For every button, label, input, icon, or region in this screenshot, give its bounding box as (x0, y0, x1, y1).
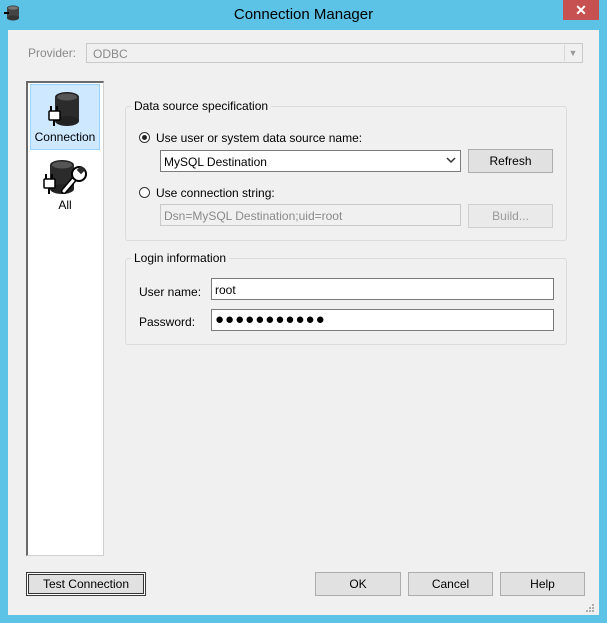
password-mask: ●●●●●●●●●●● (215, 311, 326, 328)
password-label: Password: (139, 315, 196, 329)
dsn-option-label: Use user or system data source name: (156, 131, 363, 145)
dsn-radio[interactable] (139, 132, 150, 143)
cancel-button[interactable]: Cancel (408, 572, 493, 596)
dialog-body: Provider: ODBC ▼ Connection All Data sou… (8, 30, 599, 615)
dsn-dropdown[interactable]: MySQL Destination (160, 150, 461, 172)
provider-dropdown[interactable]: ODBC ▼ (86, 43, 583, 63)
data-source-group: Data source specification Use user or sy… (125, 99, 567, 241)
database-wrench-icon (43, 160, 87, 194)
provider-label: Provider: (28, 46, 77, 60)
title-bar: Connection Manager ✕ (0, 0, 607, 30)
chevron-down-icon[interactable]: ▼ (564, 45, 581, 61)
close-button[interactable]: ✕ (563, 0, 599, 20)
username-field[interactable]: root (211, 278, 554, 300)
conn-string-option-label: Use connection string: (156, 186, 275, 200)
conn-string-value: Dsn=MySQL Destination;uid=root (164, 209, 343, 223)
sidebar-item-label: Connection (34, 130, 96, 144)
dsn-value: MySQL Destination (164, 155, 267, 169)
group-title: Login information (131, 251, 230, 265)
sidebar-item-connection[interactable]: Connection (30, 84, 100, 150)
login-group: Login information User name: root Passwo… (125, 251, 567, 345)
conn-string-field[interactable]: Dsn=MySQL Destination;uid=root (160, 204, 461, 226)
test-connection-button[interactable]: Test Connection (26, 572, 146, 596)
username-label: User name: (139, 285, 202, 299)
page-selector-panel: Connection All (26, 81, 104, 556)
database-plug-icon (48, 92, 79, 126)
close-icon: ✕ (575, 2, 587, 18)
refresh-button[interactable]: Refresh (468, 149, 553, 173)
sidebar-item-label: All (58, 198, 72, 212)
window-title: Connection Manager (233, 6, 374, 23)
ok-button[interactable]: OK (315, 572, 401, 596)
password-field[interactable]: ●●●●●●●●●●● (211, 309, 554, 331)
username-value: root (215, 283, 236, 297)
group-title: Data source specification (131, 99, 272, 113)
sidebar-item-all[interactable]: All (30, 153, 100, 219)
chevron-down-icon[interactable] (445, 154, 457, 166)
build-button[interactable]: Build... (468, 204, 553, 228)
conn-string-radio[interactable] (139, 187, 150, 198)
provider-value: ODBC (93, 47, 128, 61)
resize-grip-icon[interactable] (585, 603, 595, 613)
help-button[interactable]: Help (500, 572, 585, 596)
